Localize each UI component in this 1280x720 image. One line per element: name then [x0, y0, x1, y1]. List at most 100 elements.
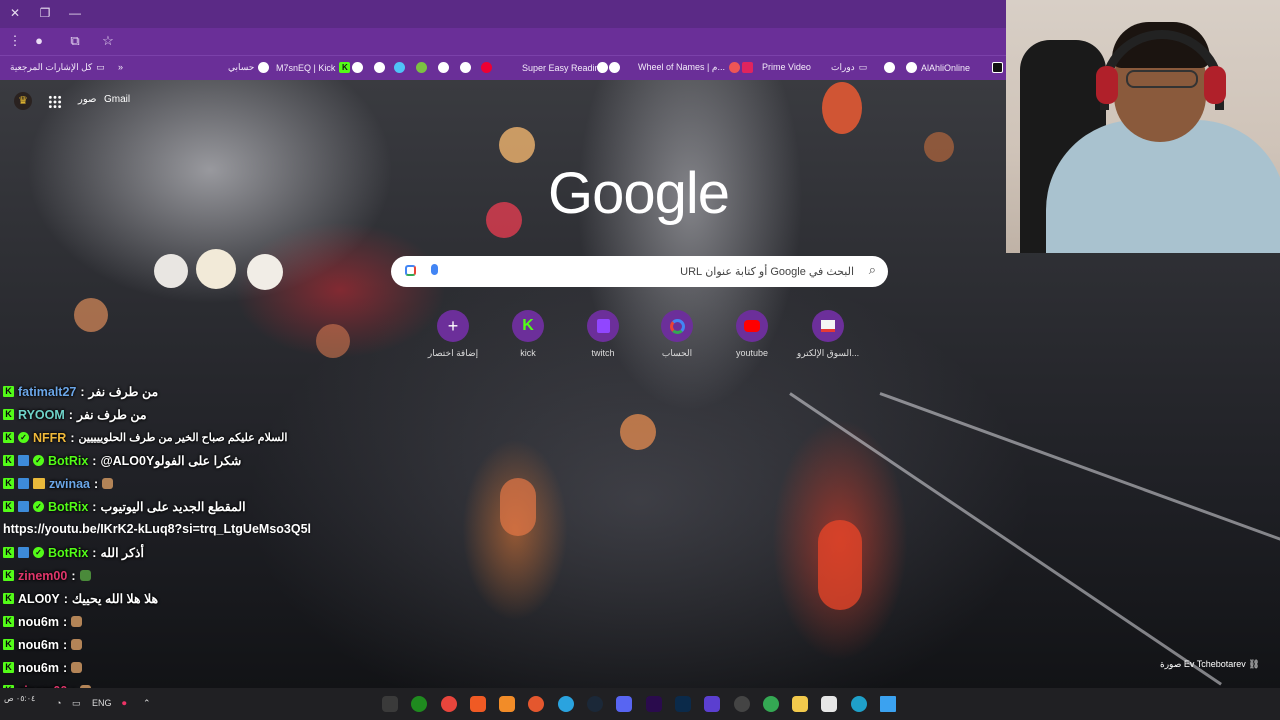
chat-message: K ✓ BotRix : المقطع الجديد على اليوتيوب [3, 495, 423, 518]
minimize-icon[interactable]: — [67, 6, 83, 20]
brave-icon[interactable] [470, 696, 486, 712]
bookmark-prime-video[interactable]: Prime Video [762, 62, 811, 72]
verified-badge-icon: ✓ [33, 501, 44, 512]
chat-link[interactable]: https://youtu.be/IKrK2-kLuq8?si=trq_LtgU… [3, 518, 423, 541]
bookmark-folder[interactable]: دورات ▭ [831, 62, 867, 73]
globe-icon [352, 62, 363, 73]
premiere-icon[interactable] [646, 696, 662, 712]
globe-icon [608, 62, 620, 73]
bookmark-account[interactable]: حسابي [228, 62, 270, 73]
chat-message: K zwinaa : [3, 472, 423, 495]
discord-icon[interactable] [616, 696, 632, 712]
plus-icon: + [437, 310, 469, 342]
app-icon[interactable] [528, 696, 544, 712]
lens-icon[interactable] [405, 265, 416, 276]
bookmark-overflow[interactable]: » [118, 62, 123, 72]
menu-icon[interactable]: ⋮ [6, 33, 24, 49]
chat-text: المقطع الجديد على اليوتيوب [100, 500, 246, 514]
bookmarks-bar: AlAhliOnline دورات ▭ Prime Video Wheel of… [0, 55, 1006, 80]
app-icon[interactable] [499, 696, 515, 712]
globe-icon [374, 62, 385, 73]
extensions-icon[interactable]: ⧉ [66, 33, 84, 49]
all-bookmarks[interactable]: كل الإشارات المرجعية ▭ [10, 62, 105, 73]
chevron-double-icon: » [118, 62, 124, 72]
glasses [1126, 70, 1198, 88]
telegram-icon[interactable] [558, 696, 574, 712]
windows-start-icon[interactable] [880, 696, 896, 712]
moderator-badge-icon [18, 478, 29, 489]
bokeh-light [822, 82, 862, 134]
folder-icon[interactable] [792, 696, 808, 712]
star-icon[interactable]: ☆ [99, 33, 117, 49]
edge-icon[interactable] [851, 696, 867, 712]
bokeh-light [499, 127, 535, 163]
chrome-icon[interactable] [763, 696, 779, 712]
mic-tray-icon[interactable]: ⏺ [122, 698, 127, 709]
chat-username: zinem00 [18, 568, 68, 583]
bokeh-light [924, 132, 954, 162]
clock[interactable]: ٠٥:٠٤ ص [4, 694, 35, 703]
chat-message: K RYOOM : من طرف نفر [3, 403, 423, 426]
shortcut-kick[interactable]: K kick [493, 310, 563, 358]
kick-badge-icon: K [3, 478, 14, 489]
language-indicator[interactable]: ENG [92, 698, 112, 708]
search-box[interactable]: ⌕ البحث في Google أو كتابة عنوان URL [391, 256, 888, 287]
close-icon[interactable]: ✕ [7, 6, 23, 20]
wheel-icon [728, 62, 740, 73]
chat-message: K ALO0Y : هلا هلا الله يحييك [3, 587, 423, 610]
kick-icon: K [512, 310, 544, 342]
profile-icon[interactable]: ● [30, 33, 48, 48]
store-icon[interactable] [821, 696, 837, 712]
kick-badge-icon: K [3, 662, 14, 673]
chat-username: BotRix [48, 453, 89, 468]
gmail-link[interactable]: Gmail [104, 94, 130, 105]
steam-icon[interactable] [587, 696, 603, 712]
bookmark-alahlionline[interactable]: AlAhliOnline [906, 62, 970, 73]
tiktok-bookmark[interactable] [992, 62, 1003, 73]
kick-icon: K [339, 62, 351, 73]
chat-message: K ✓ BotRix : @ALO0Yشكرا على الفولو [3, 449, 423, 472]
webcam-overlay [1006, 0, 1280, 253]
bookmark-wheel-of-names[interactable]: Wheel of Names | م... [638, 62, 740, 73]
xbox-icon[interactable] [411, 696, 427, 712]
headset-earcup [1204, 66, 1226, 104]
mic-icon[interactable] [431, 264, 438, 275]
folder-icon: ▭ [96, 62, 105, 72]
chat-overlay: K fatimalt27 : من طرف نفر K RYOOM : من ط… [3, 380, 423, 702]
chat-message: K nou6m : [3, 633, 423, 656]
chat-username: BotRix [48, 499, 89, 514]
shortcut-youtube[interactable]: youtube [717, 310, 787, 358]
bokeh-light [196, 249, 236, 289]
chrome-icon[interactable] [441, 696, 457, 712]
bokeh-light [620, 414, 656, 450]
monitor-icon[interactable]: ▭ [72, 698, 81, 709]
globe-icon [884, 62, 895, 73]
emote-icon [79, 570, 91, 581]
verified-badge-icon: ✓ [33, 547, 44, 558]
app-icon[interactable] [704, 696, 720, 712]
bookmark-kick[interactable]: M7snEQ | Kick K [276, 62, 351, 73]
chat-text: @ALO0Yشكرا على الفولو [100, 454, 242, 468]
obs-icon[interactable] [382, 696, 398, 712]
photoshop-icon[interactable] [675, 696, 691, 712]
account-avatar[interactable]: ♛ [14, 92, 32, 110]
shortcut-account[interactable]: الحساب [642, 310, 712, 359]
photo-credit[interactable]: صورة Ev Tchebotarev ⛓ [1160, 659, 1260, 670]
chevron-up-icon[interactable]: ⌃ [143, 698, 151, 709]
network-icon[interactable]: ◔ [56, 698, 61, 708]
images-link[interactable]: صور [78, 94, 97, 105]
verified-badge-icon: ✓ [33, 455, 44, 466]
chat-message: K nou6m : [3, 656, 423, 679]
bokeh-light [74, 298, 108, 332]
monkey-emote-icon [71, 639, 83, 650]
restore-icon[interactable]: ❐ [37, 6, 53, 20]
crown-badge-icon [33, 478, 45, 489]
kick-badge-icon: K [3, 455, 14, 466]
shortcut-twitch[interactable]: twitch [568, 310, 638, 358]
add-shortcut[interactable]: + إضافة اختصار [418, 310, 488, 359]
shortcut-store[interactable]: السوق الإلكترو... [793, 310, 863, 359]
apps-grid-icon[interactable] [48, 95, 62, 109]
kick-badge-icon: K [3, 386, 14, 397]
search-input[interactable]: البحث في Google أو كتابة عنوان URL [680, 265, 854, 278]
app-icon[interactable] [734, 696, 750, 712]
